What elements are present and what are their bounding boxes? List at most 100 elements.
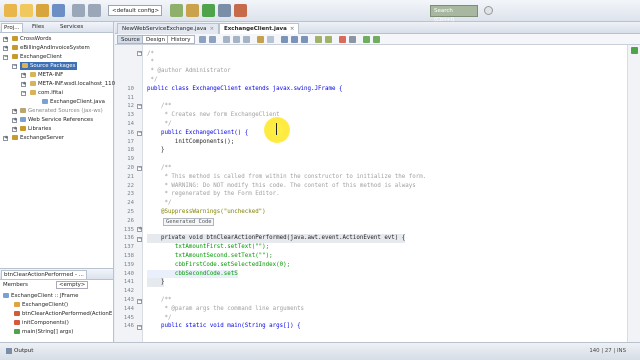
fold-toggle-icon[interactable]: −	[137, 299, 142, 304]
code-line[interactable]: * @param args the command line arguments	[147, 305, 304, 314]
tree-item-exchangeclient[interactable]: ExchangeClient	[12, 53, 62, 61]
code-line[interactable]: /*	[147, 50, 154, 59]
tree-item-exchangeclient-java[interactable]: ExchangeClient.java	[42, 98, 105, 106]
error-stripe[interactable]	[627, 45, 640, 342]
tree-item-source-packages[interactable]: Source Packages	[20, 62, 78, 70]
find-selection-icon[interactable]	[243, 36, 250, 43]
fold-toggle-icon[interactable]: −	[137, 325, 142, 330]
code-line[interactable]: */	[147, 76, 157, 85]
expand-ebilling[interactable]: +	[3, 46, 8, 51]
tab-projects[interactable]: Proj...	[1, 23, 23, 32]
toggle-rectangular-icon[interactable]	[267, 36, 274, 43]
tree-item-meta-inf-wsdl[interactable]: META-INF.wsdl.localhost_110	[30, 80, 115, 88]
tree-item-libraries[interactable]: Libraries	[20, 125, 51, 133]
code-line[interactable]: /**	[147, 102, 171, 111]
stop-macro-icon[interactable]	[349, 36, 356, 43]
code-line[interactable]: cbbFirstCode.setSelectedIndex(0);	[147, 261, 290, 270]
code-line[interactable]: */	[147, 199, 171, 208]
forward-icon[interactable]	[209, 36, 216, 43]
shift-right-icon[interactable]	[325, 36, 332, 43]
fold-toggle-icon[interactable]: −	[137, 166, 142, 171]
start-macro-icon[interactable]	[339, 36, 346, 43]
code-line[interactable]: private void btnClearActionPerformed(jav…	[147, 234, 406, 244]
code-line[interactable]: * Creates new form ExchangeClient	[147, 111, 279, 120]
back-icon[interactable]	[199, 36, 206, 43]
fold-toggle-icon[interactable]: −	[137, 237, 142, 242]
clean-build-icon[interactable]	[186, 4, 199, 17]
navigator-title[interactable]: btnClearActionPerformed - ...	[1, 270, 87, 279]
collapse-exchangeclient[interactable]: −	[3, 55, 8, 60]
undo-icon[interactable]	[72, 4, 85, 17]
tab-newwebserviceexchange[interactable]: NewWebServiceExchange.java ×	[117, 23, 220, 34]
run-icon[interactable]	[202, 4, 215, 17]
comment-icon[interactable]	[363, 36, 370, 43]
tree-item-com-lfitai[interactable]: com.lfitai	[30, 89, 63, 97]
previous-bookmark-icon[interactable]	[281, 36, 288, 43]
code-line[interactable]: public static void main(String args[]) {	[147, 322, 301, 331]
source-view-button[interactable]: Source	[117, 35, 144, 44]
expand-exchangeserver[interactable]: +	[3, 136, 8, 141]
save-all-icon[interactable]	[52, 4, 65, 17]
tree-item-generated-sources[interactable]: Generated Sources (jax-ws)	[20, 107, 103, 115]
expand-meta-inf-wsdl[interactable]: +	[21, 82, 26, 87]
expand-libraries[interactable]: +	[12, 127, 17, 132]
expand-generated-sources[interactable]: +	[12, 109, 17, 114]
new-file-icon[interactable]	[4, 4, 17, 17]
code-line[interactable]: txtAmountFirst.setText("");	[147, 243, 269, 252]
design-view-button[interactable]: Design	[142, 35, 169, 44]
tree-item-web-service-references[interactable]: Web Service References	[20, 116, 93, 124]
history-view-button[interactable]: History	[167, 35, 195, 44]
code-line[interactable]: */	[147, 314, 171, 323]
expand-meta-inf[interactable]: +	[21, 73, 26, 78]
navigator-item[interactable]: main(String[] args)	[14, 328, 73, 336]
code-line[interactable]: public class ExchangeClient extends java…	[147, 85, 342, 94]
code-line[interactable]: }	[147, 278, 165, 288]
toggle-highlight-icon[interactable]	[257, 36, 264, 43]
navigator-item[interactable]: ExchangeClient()	[14, 301, 68, 309]
open-project-icon[interactable]	[36, 4, 49, 17]
redo-icon[interactable]	[88, 4, 101, 17]
close-icon[interactable]: ×	[290, 26, 295, 32]
code-line[interactable]: /**	[147, 164, 171, 173]
collapse-source-packages[interactable]: −	[12, 64, 17, 69]
code-line[interactable]: * @author Administrator	[147, 67, 230, 76]
search-icon[interactable]	[484, 6, 493, 15]
new-project-icon[interactable]	[20, 4, 33, 17]
code-line[interactable]: * WARNING: Do NOT modify this code. The …	[147, 182, 415, 191]
tree-item-ebilling[interactable]: eBillingAndInvoiceSystem	[12, 44, 90, 52]
navigator-item[interactable]: btnClearActionPerformed(ActionE	[14, 310, 112, 318]
code-line-current[interactable]: cbbSecondCode.setS	[147, 269, 238, 279]
tab-exchangeclient[interactable]: ExchangeClient.java ×	[219, 23, 300, 34]
code-line[interactable]: /**	[147, 296, 171, 305]
code-line[interactable]: *	[147, 58, 154, 67]
code-line[interactable]: * regenerated by the Form Editor.	[147, 190, 279, 199]
navigator-item[interactable]: initComponents()	[14, 319, 69, 327]
find-previous-icon[interactable]	[223, 36, 230, 43]
toggle-bookmark-icon[interactable]	[301, 36, 308, 43]
uncomment-icon[interactable]	[373, 36, 380, 43]
tab-files[interactable]: Files	[30, 23, 46, 32]
output-tab[interactable]: Output	[3, 346, 36, 357]
build-icon[interactable]	[170, 4, 183, 17]
code-line[interactable]: */	[147, 120, 171, 129]
close-icon[interactable]: ×	[209, 26, 214, 32]
profile-icon[interactable]	[234, 4, 247, 17]
code-line[interactable]: public ExchangeClient() {	[147, 129, 248, 138]
members-filter-select[interactable]: <empty>	[56, 281, 89, 289]
code-line[interactable]: }	[147, 146, 165, 155]
config-select[interactable]: <default config>	[108, 5, 162, 16]
code-editor[interactable]: /* * * @author Administrator */ public c…	[143, 45, 627, 342]
next-bookmark-icon[interactable]	[291, 36, 298, 43]
tree-item-meta-inf[interactable]: META-INF	[30, 71, 63, 79]
code-line[interactable]: txtAmountSecond.setText("");	[147, 252, 273, 261]
code-line[interactable]: * This method is called from within the …	[147, 173, 426, 182]
tree-item-crosswords[interactable]: CrossWords	[12, 35, 51, 43]
tree-item-exchangeserver[interactable]: ExchangeServer	[12, 134, 64, 142]
collapse-com-lfitai[interactable]: −	[21, 91, 26, 96]
code-line[interactable]: initComponents();	[147, 138, 234, 147]
code-line[interactable]: @SuppressWarnings("unchecked")	[147, 208, 266, 217]
debug-icon[interactable]	[218, 4, 231, 17]
fold-toggle-icon[interactable]: +	[137, 227, 142, 232]
find-next-icon[interactable]	[233, 36, 240, 43]
tab-services[interactable]: Services	[58, 23, 85, 32]
